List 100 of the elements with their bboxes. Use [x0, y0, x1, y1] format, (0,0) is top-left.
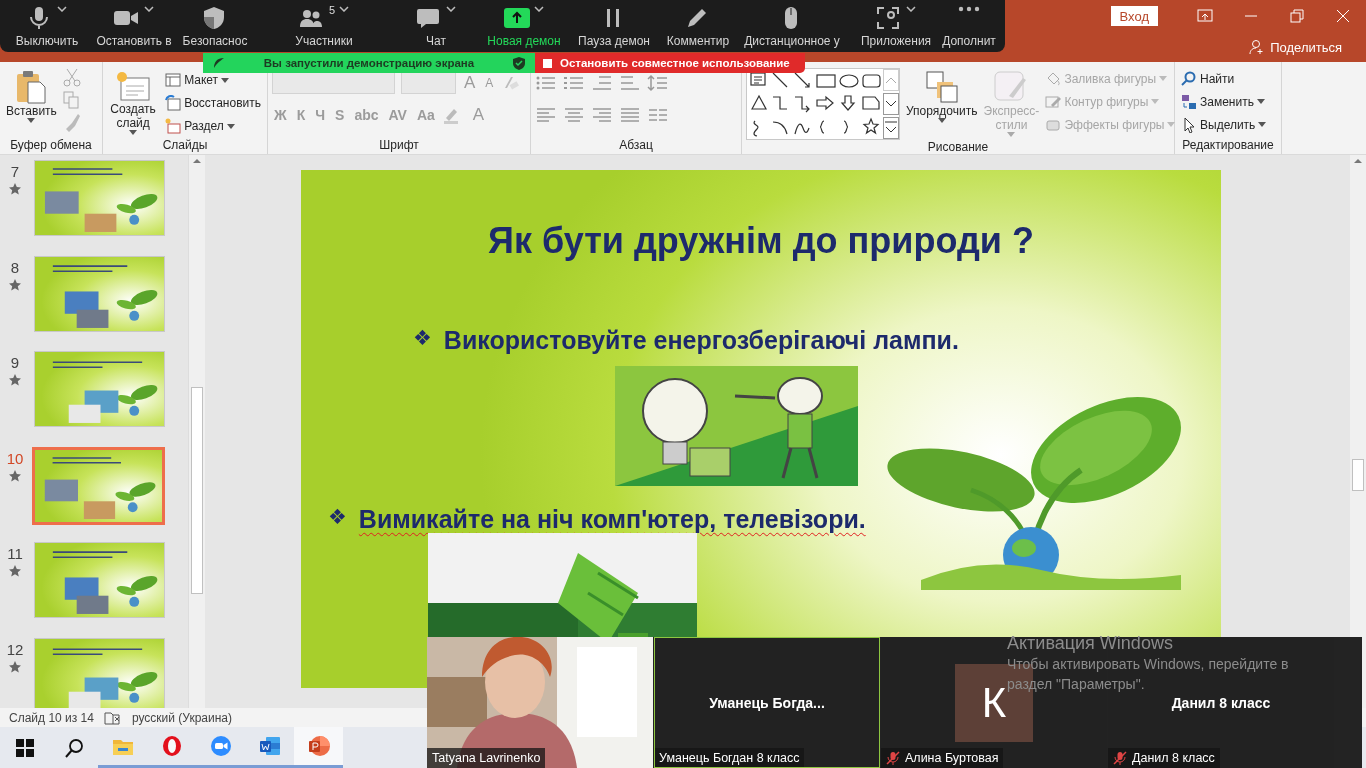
activation-message: Чтобы активировать Windows, перейдите в раздел "Параметры".: [1007, 655, 1290, 694]
caret-icon: [534, 6, 544, 12]
caret-icon: [937, 118, 946, 123]
stop-sharing-button[interactable]: Остановить совместное использование: [535, 53, 805, 73]
justify-icon: [619, 106, 641, 124]
participant-name: Данил 8 класс: [1171, 694, 1271, 711]
slide-counter: Слайд 10 из 14: [9, 710, 94, 725]
slide-thumbnail[interactable]: [34, 542, 165, 618]
caret-icon: [1151, 99, 1160, 104]
font-name-field[interactable]: [272, 72, 395, 94]
group-label: Редактирование: [1182, 138, 1274, 154]
toolbar-button[interactable]: Безопаснос: [174, 0, 256, 52]
toolbar-button[interactable]: Новая демон: [480, 0, 568, 52]
toolbar-button[interactable]: Чат: [392, 0, 480, 52]
arrange-icon: [924, 70, 959, 104]
bullet-text: Використовуйте енергозберігаючі лампи.: [443, 326, 959, 355]
activation-title: Активация Windows: [1007, 633, 1174, 654]
align-left-icon: [535, 106, 557, 124]
close-icon[interactable]: [1335, 8, 1351, 24]
group-label: Буфер обмена: [10, 138, 92, 154]
caret-icon: [27, 118, 36, 123]
scrollbar-thumb[interactable]: [1352, 459, 1364, 491]
toolbar-button[interactable]: Дополнит: [944, 0, 994, 52]
toolbar-button[interactable]: Остановить в: [94, 0, 174, 52]
language-label: русский (Украина): [131, 710, 233, 725]
restore-icon[interactable]: [1289, 8, 1305, 24]
scrollbar-thumb[interactable]: [191, 387, 203, 594]
editing-command-button[interactable]: Заменить: [1179, 91, 1269, 112]
star-icon: [9, 660, 21, 673]
person-add-icon: [1249, 39, 1266, 55]
share-button[interactable]: Поделиться: [1247, 37, 1344, 57]
editing-command-button[interactable]: Найти: [1179, 68, 1269, 89]
caret-icon: [221, 77, 230, 83]
caret-icon: [144, 6, 154, 12]
toolbar-button[interactable]: Комментир: [660, 0, 736, 52]
caret-icon: [1167, 122, 1176, 127]
editing-command-button[interactable]: Выделить: [1179, 114, 1269, 135]
fill-bucket-icon: [1045, 70, 1062, 87]
caret-icon: [57, 6, 67, 12]
align-right-icon: [591, 106, 613, 124]
caret-icon: [906, 6, 916, 12]
sharing-message: Вы запустили демонстрацию экрана: [263, 57, 475, 69]
slide-command-button[interactable]: Восстановить: [163, 95, 263, 111]
shield-check-icon: [513, 56, 525, 70]
paste-button[interactable]: Вставить: [4, 68, 59, 138]
group-label: Шрифт: [379, 138, 419, 154]
participant-caption-text: Уманець Богдан 8 класс: [659, 751, 800, 765]
slide-thumbnail[interactable]: [34, 351, 165, 427]
layout-icon: [165, 72, 182, 88]
new-slide-button[interactable]: Создать слайд: [107, 68, 160, 138]
slide-thumbnail[interactable]: [34, 160, 165, 236]
slide-command-button[interactable]: Макет: [163, 72, 263, 88]
toolbar-button[interactable]: 5 Участники: [256, 0, 392, 52]
caret-icon: [1258, 122, 1267, 127]
slide-number: 8: [10, 258, 20, 276]
slide-command-button[interactable]: Раздел: [163, 118, 263, 134]
chat-bubble-icon: [416, 6, 442, 30]
slide-number: 12: [6, 640, 24, 658]
group-label: Слайды: [162, 138, 208, 154]
toolbar-button[interactable]: Пауза демон: [568, 0, 660, 52]
toolbar-button[interactable]: Выключить: [0, 0, 94, 52]
toolbar-button[interactable]: Дистанционное у: [736, 0, 848, 52]
slide-thumbnail[interactable]: [34, 637, 165, 708]
section-icon: [165, 118, 182, 134]
scissors-icon: [62, 68, 81, 88]
word-icon: [258, 735, 281, 757]
caret-icon: [1007, 132, 1016, 137]
arrange-button[interactable]: Упорядочить: [904, 68, 980, 140]
sign-in-button[interactable]: Вход: [1110, 6, 1158, 26]
scroll-down-icon[interactable]: [883, 93, 899, 115]
slide-number: 9: [10, 354, 20, 371]
pointer-icon: [1181, 116, 1197, 133]
caret-icon: [129, 130, 138, 135]
numbered-list-icon: [563, 74, 585, 92]
opera-icon: [160, 735, 183, 757]
slide-title: Як бути дружнім до природи ?: [487, 220, 1035, 262]
reset-icon: [165, 95, 182, 111]
search-icon: [1181, 70, 1197, 87]
presentation-icon: [307, 735, 330, 757]
caret-icon: [446, 6, 456, 12]
align-center-icon: [563, 106, 585, 124]
caret-icon: [339, 6, 350, 12]
slide-thumbnail[interactable]: [34, 255, 165, 332]
star-icon: [9, 278, 21, 291]
increase-indent-icon: [619, 74, 641, 92]
spellcheck-icon[interactable]: [103, 710, 122, 725]
clipboard-icon: [15, 70, 48, 104]
slide-thumbnail[interactable]: [32, 446, 165, 525]
participant-count: 5: [328, 4, 336, 16]
star-icon: [9, 565, 21, 577]
search-icon: [62, 736, 85, 759]
columns-icon: [647, 106, 669, 124]
expand-gallery-icon[interactable]: [883, 117, 899, 139]
bullet-text: Вимикайте на ніч комп'ютер, телевізори.: [358, 505, 866, 534]
zoom-icon: [209, 735, 232, 757]
line-spacing-icon: [647, 74, 669, 92]
copy-icon: [62, 90, 81, 110]
display-icon[interactable]: [1197, 8, 1213, 24]
font-size-field[interactable]: [401, 72, 456, 94]
apps-icon: [876, 6, 902, 30]
